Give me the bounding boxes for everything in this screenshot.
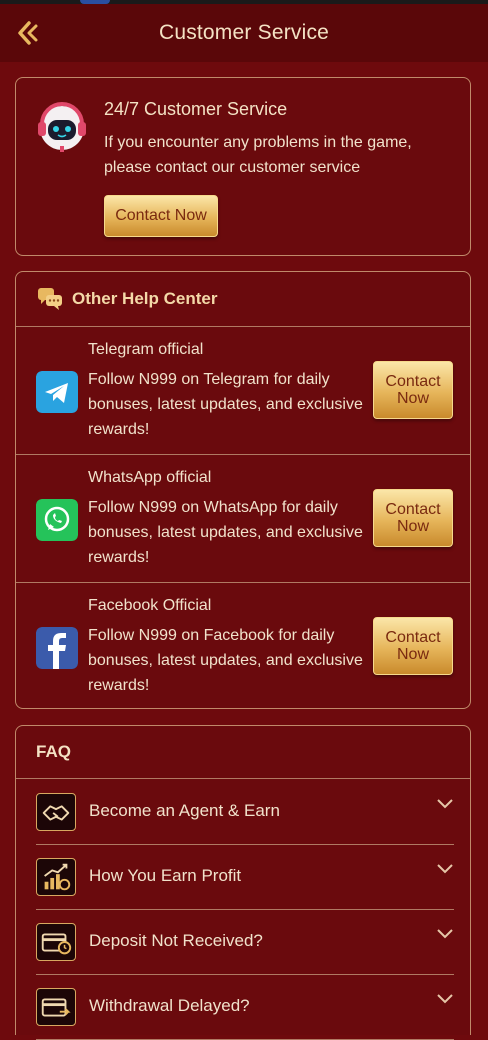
- whatsapp-icon: [36, 499, 78, 541]
- faq-item-deposit[interactable]: Deposit Not Received?: [36, 909, 454, 975]
- chevron-down-icon[interactable]: [436, 992, 454, 1006]
- help-center-card: Other Help Center Telegram official Foll…: [15, 271, 471, 709]
- contact-now-button[interactable]: Contact Now: [104, 195, 218, 237]
- whatsapp-row: WhatsApp official Follow N999 on WhatsAp…: [16, 455, 470, 583]
- facebook-row: Facebook Official Follow N999 on Faceboo…: [16, 583, 470, 710]
- handshake-icon: [36, 793, 76, 831]
- growth-chart-icon: [36, 858, 76, 896]
- telegram-description: Follow N999 on Telegram for daily bonuse…: [88, 371, 363, 438]
- faq-label: Deposit Not Received?: [89, 931, 263, 950]
- support-description: If you encounter any problems in the gam…: [104, 134, 412, 176]
- robot-support-icon: [38, 102, 86, 152]
- faq-header: FAQ: [16, 726, 470, 779]
- faq-title: FAQ: [36, 742, 71, 761]
- facebook-contact-button[interactable]: Contact Now: [373, 617, 453, 675]
- telegram-icon: [36, 371, 78, 413]
- telegram-row: Telegram official Follow N999 on Telegra…: [16, 327, 470, 455]
- faq-item-withdrawal[interactable]: Withdrawal Delayed?: [36, 974, 454, 1040]
- faq-label: Become an Agent & Earn: [89, 801, 280, 820]
- faq-item-profit[interactable]: How You Earn Profit: [36, 844, 454, 910]
- telegram-contact-button[interactable]: Contact Now: [373, 361, 453, 419]
- chevron-down-icon[interactable]: [436, 797, 454, 811]
- faq-label: How You Earn Profit: [89, 866, 242, 885]
- chevron-down-icon[interactable]: [436, 927, 454, 941]
- chat-bubbles-icon: [38, 288, 62, 310]
- back-arrow-icon[interactable]: [12, 18, 42, 48]
- facebook-name: Facebook Official: [88, 597, 212, 614]
- facebook-description: Follow N999 on Facebook for daily bonuse…: [88, 627, 363, 694]
- help-center-title: Other Help Center: [72, 289, 218, 308]
- help-center-header: Other Help Center: [16, 272, 470, 327]
- telegram-name: Telegram official: [88, 341, 204, 358]
- whatsapp-description: Follow N999 on WhatsApp for daily bonuse…: [88, 499, 363, 566]
- whatsapp-contact-button[interactable]: Contact Now: [373, 489, 453, 547]
- support-card: 24/7 Customer Service If you encounter a…: [15, 77, 471, 256]
- faq-item-agent[interactable]: Become an Agent & Earn: [36, 779, 454, 845]
- deposit-card-icon: [36, 923, 76, 961]
- whatsapp-name: WhatsApp official: [88, 469, 212, 486]
- withdrawal-card-icon: [36, 988, 76, 1026]
- chevron-down-icon[interactable]: [436, 862, 454, 876]
- facebook-icon: [36, 627, 78, 669]
- support-title: 24/7 Customer Service: [104, 99, 288, 119]
- header-bar: Customer Service: [0, 4, 488, 62]
- faq-card: FAQ Become an Agent & Earn How You Earn …: [15, 725, 471, 1040]
- faq-label: Withdrawal Delayed?: [89, 996, 250, 1015]
- page-title: Customer Service: [158, 21, 330, 44]
